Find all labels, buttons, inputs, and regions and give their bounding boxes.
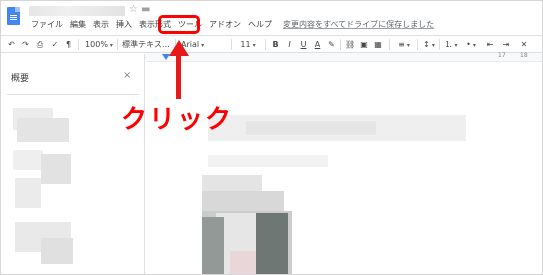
menu-addons[interactable]: アドオン [209,19,241,32]
blurred-text [246,121,376,135]
document-area [146,63,542,274]
toolbar-divider [389,39,390,50]
screenshot-frame: ☆ ▬ ファイル 編集 表示 挿入 表示形式 ツール アドオン ヘルプ 変更内容… [0,0,543,275]
toolbar-divider [117,39,118,50]
toolbar-divider [439,39,440,50]
close-icon[interactable]: × [123,70,131,81]
font-size-select[interactable]: 11 [235,38,261,51]
divider [7,94,139,95]
blurred-outline-item[interactable] [41,154,71,184]
paint-format-icon[interactable]: ¶ [64,38,73,51]
menu-edit[interactable]: 編集 [70,19,86,32]
outline-sidebar: 概要 × [1,54,145,274]
redo-icon[interactable]: ↷ [21,38,30,51]
text-color-button[interactable]: A [313,38,322,51]
folder-icon[interactable]: ▬ [141,4,150,16]
italic-button[interactable]: I [285,38,294,51]
toolbar-divider [265,39,266,50]
link-icon[interactable]: ⛓ [345,38,355,51]
document-page[interactable] [146,63,542,274]
blurred-outline-item[interactable] [41,238,73,264]
align-select[interactable]: ≡ [395,38,413,51]
document-title[interactable] [29,6,125,16]
star-icon[interactable]: ☆ [129,4,138,16]
tools-menu-highlight [158,15,200,34]
blurred-text [208,155,328,167]
menu-help[interactable]: ヘルプ [248,19,272,32]
bold-button[interactable]: B [271,38,280,51]
ruler-label: 17 [498,52,506,59]
undo-icon[interactable]: ↶ [7,38,16,51]
bulleted-list-icon[interactable]: • [463,38,479,51]
click-annotation-label: クリック [121,105,234,135]
spellcheck-icon[interactable]: ✓ [50,38,60,51]
toolbar: ↶ ↷ ⎙ ✓ ¶ 100% 標準テキス… Arial 11 B I U A ✎… [1,35,542,53]
menu-file[interactable]: ファイル [31,19,63,32]
toolbar-divider [417,39,418,50]
blurred-outline-item[interactable] [15,178,41,208]
docs-logo-icon[interactable] [7,7,20,25]
blurred-outline-item[interactable] [13,150,43,170]
blurred-image [202,217,224,274]
style-select[interactable]: 標準テキス… [121,38,171,51]
blurred-image [256,213,288,274]
clear-formatting-icon[interactable]: ✕ [519,38,529,51]
zoom-select[interactable]: 100% [85,38,113,51]
ruler: 17 18 [146,52,542,62]
toolbar-divider [231,39,232,50]
numbered-list-icon[interactable]: ⒈ [443,38,459,51]
menu-bar: ファイル 編集 表示 挿入 表示形式 ツール アドオン ヘルプ 変更内容をすべて… [31,19,441,32]
toolbar-divider [78,39,79,50]
save-status[interactable]: 変更内容をすべてドライブに保存しました [283,19,434,32]
increase-indent-icon[interactable]: ⇥ [501,38,511,51]
outline-title: 概要 [11,74,30,84]
toolbar-divider [340,39,341,50]
arrow-shaft [176,53,181,99]
menu-view[interactable]: 表示 [93,19,109,32]
blurred-outline-item[interactable] [17,118,69,142]
decrease-indent-icon[interactable]: ⇤ [485,38,495,51]
highlight-color-icon[interactable]: ✎ [327,38,336,51]
underline-button[interactable]: U [299,38,308,51]
ruler-label: 18 [520,52,528,59]
print-icon[interactable]: ⎙ [35,38,45,51]
line-spacing-icon[interactable]: ↕ [421,38,437,51]
menu-insert[interactable]: 挿入 [116,19,132,32]
blurred-image [230,251,256,274]
image-icon[interactable]: ▦ [373,38,383,51]
comment-icon[interactable]: ▣ [359,38,369,51]
blurred-image [202,191,284,211]
